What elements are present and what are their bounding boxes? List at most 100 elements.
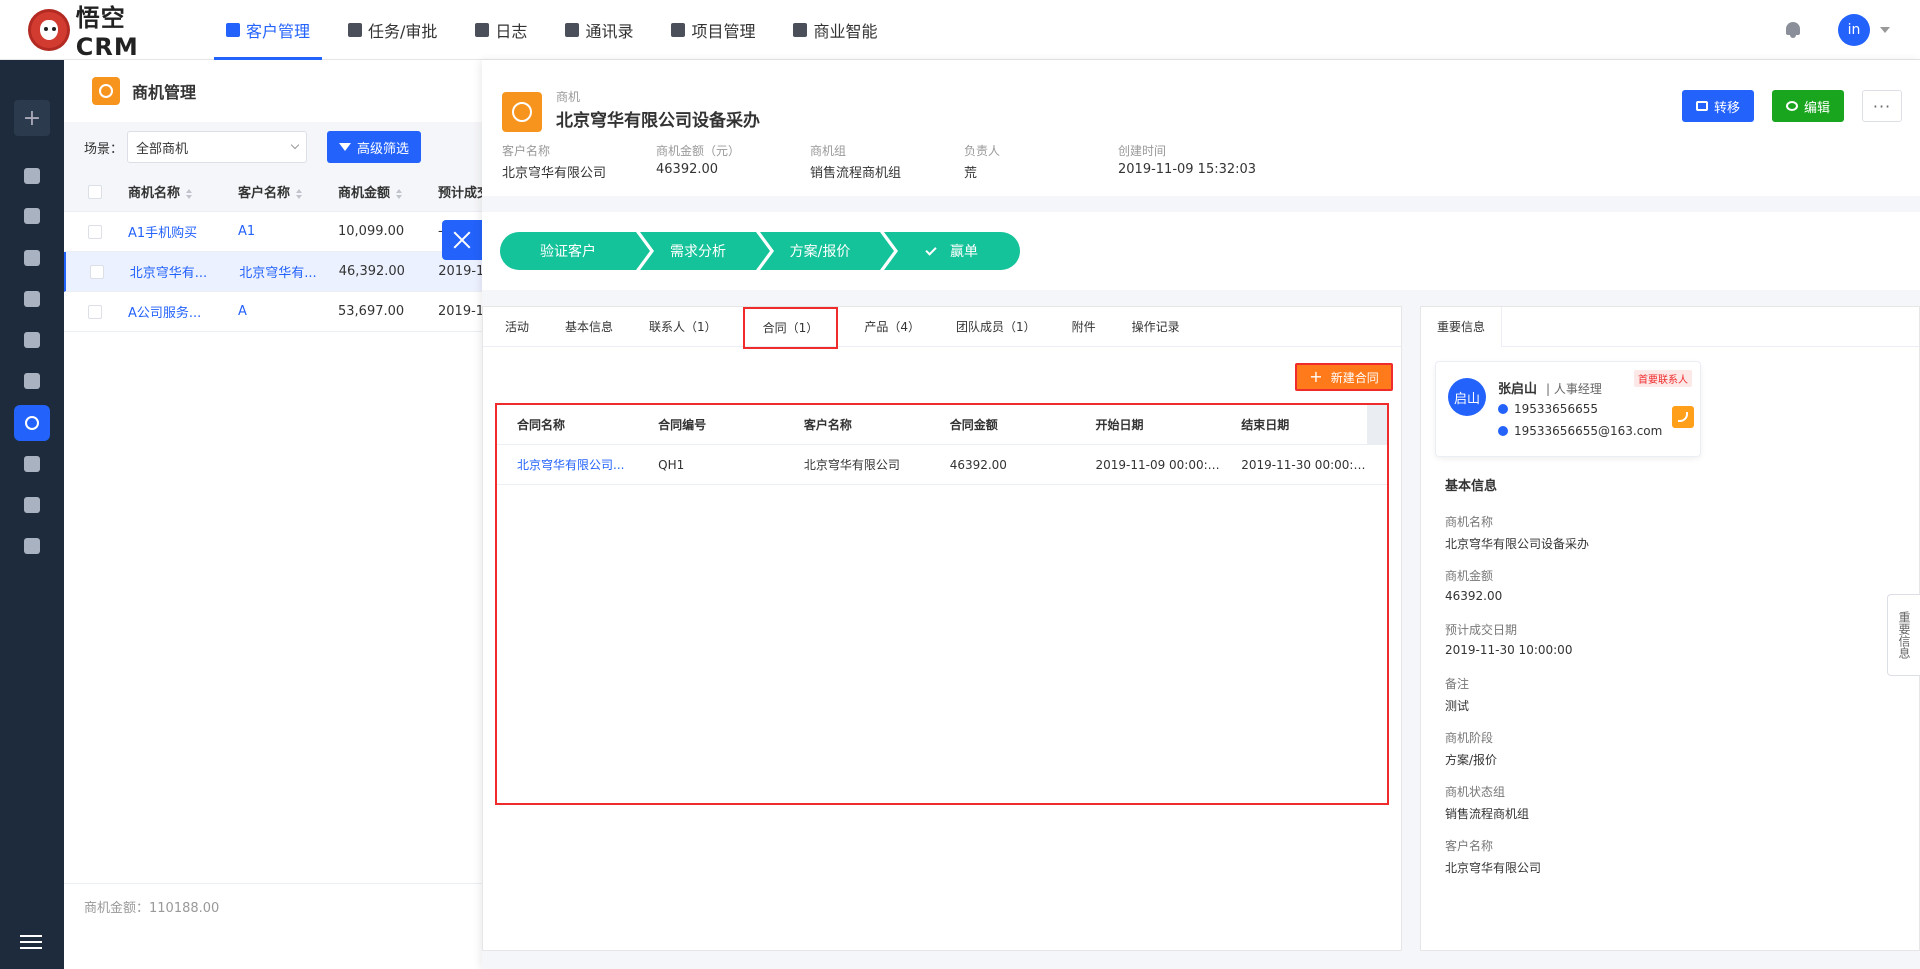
nav-label: 任务/审批 — [368, 21, 438, 41]
app-logo[interactable]: 悟空CRM — [28, 0, 188, 61]
table-row[interactable]: A公司服务... A 53,697.00 2019-11- — [64, 292, 484, 332]
customer-icon[interactable] — [24, 291, 40, 307]
contract-number-cell: QH1 — [658, 457, 685, 472]
nav-item-customer[interactable]: 客户管理 — [214, 0, 323, 60]
contract-amount-cell: 46392.00 — [949, 457, 1007, 472]
clue-icon[interactable] — [24, 250, 40, 266]
user-avatar[interactable]: in — [1838, 14, 1870, 46]
nav-item-bi[interactable]: 商业智能 — [781, 0, 889, 60]
receivable-icon[interactable] — [24, 497, 40, 513]
scene-select[interactable]: 全部商机 — [127, 131, 308, 163]
important-info-side-tab[interactable]: 重要信息 — [1887, 594, 1920, 676]
pool-icon[interactable] — [24, 373, 40, 389]
advanced-filter-label: 高级筛选 — [357, 141, 410, 157]
plus-icon: + — [1309, 367, 1323, 386]
tab-contracts[interactable]: 合同（1） — [742, 306, 839, 349]
detail-tabs: 活动 基本信息 联系人（1） 合同（1） 产品（4） 团队成员（1） 附件 操作… — [483, 306, 1401, 349]
opportunity-name-link[interactable]: A1手机购买 — [122, 222, 222, 241]
contacts-icon — [565, 22, 580, 37]
date-cell: 2019-11- — [438, 264, 485, 279]
close-detail-button[interactable] — [442, 220, 482, 260]
customer-name-link[interactable]: A — [222, 304, 322, 319]
top-navbar: 悟空CRM 客户管理 任务/审批 日志 通讯录 项目管理 商业智能 in — [0, 0, 1920, 61]
product-icon[interactable] — [24, 538, 40, 554]
advanced-filter-button[interactable]: 高级筛选 — [327, 131, 422, 163]
table-row[interactable]: A1手机购买 A1 10,099.00 -- — [64, 212, 484, 252]
new-contract-button[interactable]: + 新建合同 — [1295, 363, 1393, 391]
edit-button[interactable]: 编辑 — [1772, 90, 1845, 122]
nav-item-contacts[interactable]: 通讯录 — [553, 0, 645, 60]
close-icon — [453, 231, 471, 249]
table-row[interactable]: 北京穹华有限公司... QH1 北京穹华有限公司 46392.00 2019-1… — [497, 445, 1387, 485]
sort-icon[interactable] — [186, 188, 193, 199]
tab-products[interactable]: 产品（4） — [854, 307, 930, 347]
table-row[interactable]: 北京穹华有... 北京穹华有... 46,392.00 2019-11- — [64, 252, 484, 292]
nav-item-log[interactable]: 日志 — [463, 0, 539, 60]
tab-important-info[interactable]: 重要信息 — [1421, 307, 1503, 348]
tab-team[interactable]: 团队成员（1） — [946, 307, 1046, 347]
opportunity-name-link[interactable]: 北京穹华有... — [124, 262, 223, 281]
main-nav: 客户管理 任务/审批 日志 通讯录 项目管理 商业智能 — [214, 0, 903, 60]
bell-icon[interactable] — [1784, 21, 1802, 39]
header-field: 商机金额（元） 46392.00 — [656, 144, 741, 177]
opportunity-name-link[interactable]: A公司服务... — [122, 302, 222, 321]
column-header: 合同编号 — [658, 418, 707, 432]
list-header: 商机管理 — [64, 60, 484, 122]
more-button[interactable]: ··· — [1862, 90, 1902, 122]
filter-icon — [339, 143, 352, 151]
transfer-button[interactable]: 转移 — [1682, 90, 1755, 122]
opportunity-detail-panel: 商机 北京穹华有限公司设备采办 转移 编辑 ··· 客户名称 北京穹华有限公司 商… — [482, 60, 1920, 969]
sort-icon[interactable] — [296, 188, 303, 199]
tab-operation-log[interactable]: 操作记录 — [1122, 307, 1190, 347]
contact-phone: 19533656655 — [1498, 402, 1598, 416]
business-opportunity-icon[interactable] — [14, 405, 50, 441]
stage-progress-bar: 验证客户 需求分析 方案/报价 赢单 — [482, 212, 1920, 290]
tab-activity[interactable]: 活动 — [495, 307, 539, 347]
column-header: 合同名称 — [517, 418, 566, 432]
sort-icon[interactable] — [396, 188, 403, 199]
call-icon[interactable] — [1672, 406, 1694, 428]
nav-item-tasks[interactable]: 任务/审批 — [336, 0, 449, 60]
dollar-icon — [92, 77, 120, 105]
row-checkbox[interactable] — [90, 264, 104, 279]
project-icon — [671, 22, 686, 37]
collapse-menu-icon[interactable] — [20, 935, 42, 949]
stage-step[interactable]: 需求分析 — [640, 232, 770, 270]
tab-attachments[interactable]: 附件 — [1062, 307, 1106, 347]
select-all-checkbox[interactable] — [88, 184, 102, 199]
add-icon[interactable]: + — [14, 100, 50, 136]
detail-tabs-card: 活动 基本信息 联系人（1） 合同（1） 产品（4） 团队成员（1） 附件 操作… — [482, 306, 1402, 951]
scene-value: 全部商机 — [136, 141, 189, 157]
top-right-area: in — [1784, 0, 1890, 60]
nav-label: 项目管理 — [691, 21, 756, 41]
header-field: 商机组 销售流程商机组 — [810, 144, 902, 181]
contact-position: | 人事经理 — [1546, 382, 1602, 396]
nav-item-projects[interactable]: 项目管理 — [659, 0, 767, 60]
stage-step[interactable]: 方案/报价 — [760, 232, 894, 270]
dashboard-icon[interactable] — [24, 168, 40, 184]
filter-bar: 场景： 全部商机 高级筛选 — [64, 122, 484, 172]
primary-contact-card[interactable]: 启山 张启山 | 人事经理 首要联系人 19533656655 19533656… — [1435, 361, 1701, 457]
contract-name-link[interactable]: 北京穹华有限公司... — [497, 456, 638, 473]
phone-icon — [1498, 404, 1508, 414]
header-field: 创建时间 2019-11-09 15:32:03 — [1118, 144, 1257, 177]
customer-name-link[interactable]: A1 — [222, 224, 322, 239]
contract-icon[interactable] — [24, 456, 40, 472]
message-icon[interactable] — [24, 208, 40, 224]
info-item: 商机名称 北京穹华有限公司设备采办 — [1445, 515, 1590, 551]
header-field: 负责人荒 — [964, 144, 1001, 181]
row-checkbox[interactable] — [88, 304, 102, 319]
column-header[interactable]: 预计成交 — [422, 182, 484, 201]
column-header[interactable]: 客户名称 — [222, 182, 322, 201]
tab-contacts[interactable]: 联系人（1） — [639, 307, 727, 347]
caret-down-icon[interactable] — [1880, 27, 1890, 33]
left-sidebar: + — [0, 60, 64, 969]
contact-card-icon[interactable] — [24, 332, 40, 348]
row-checkbox[interactable] — [88, 224, 102, 239]
column-header[interactable]: 商机名称 — [122, 182, 222, 201]
tab-basic-info[interactable]: 基本信息 — [555, 307, 623, 347]
column-header[interactable]: 商机金额 — [322, 182, 422, 201]
stage-step[interactable]: 赢单 — [884, 232, 1020, 270]
stage-step[interactable]: 验证客户 — [500, 232, 650, 270]
customer-name-link[interactable]: 北京穹华有... — [223, 262, 323, 281]
